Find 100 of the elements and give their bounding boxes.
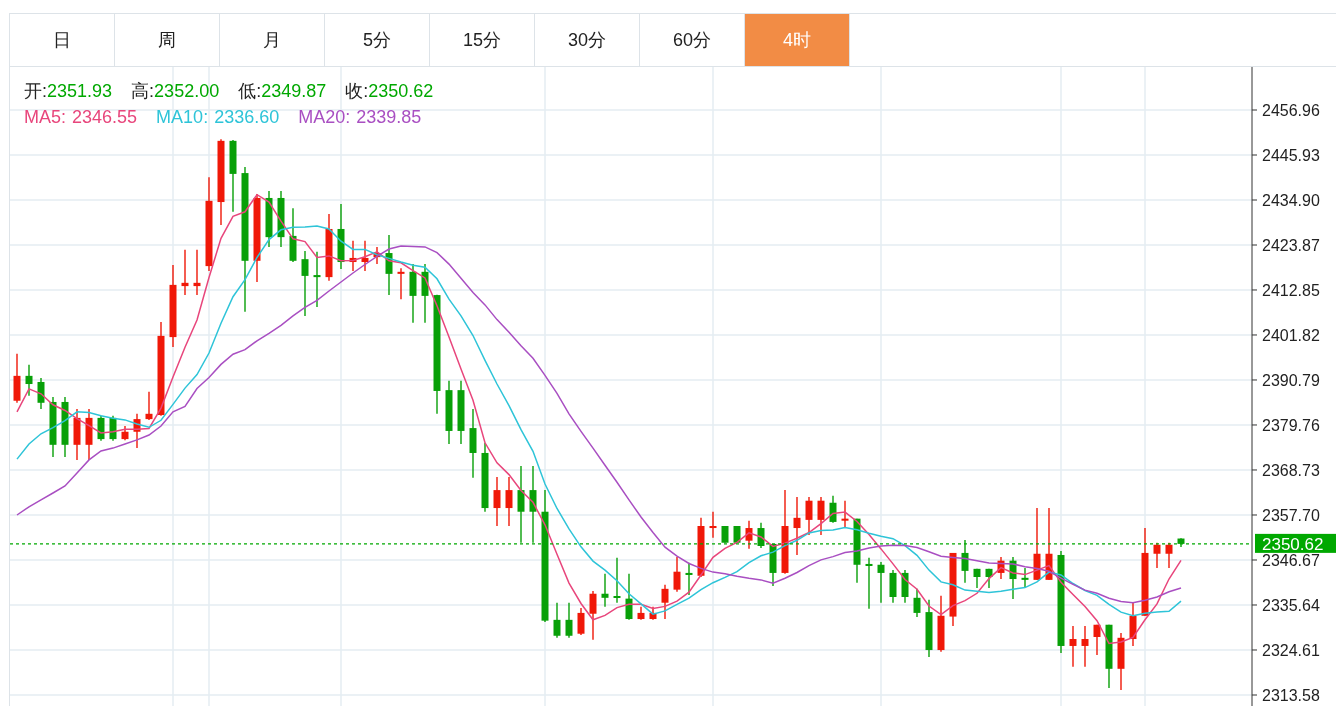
quote-label: 收:2350.62: [345, 80, 434, 103]
candlestick: [313, 251, 321, 308]
period-tab[interactable]: 30分: [535, 14, 640, 66]
average-label: MA10: 2336.60: [156, 107, 280, 128]
candlestick: [25, 364, 33, 397]
candlestick: [1105, 624, 1113, 689]
candlestick: [361, 240, 369, 272]
candlestick: [877, 561, 885, 604]
candlestick: [1093, 624, 1101, 656]
axis-label: 2445.93: [1262, 147, 1320, 164]
candlestick: [697, 517, 705, 578]
candlestick: [997, 556, 1005, 580]
candlestick: [301, 250, 309, 317]
candlestick: [121, 425, 129, 441]
axis-label: 2390.79: [1262, 372, 1320, 389]
candlestick: [1069, 625, 1077, 668]
candlestick: [325, 213, 333, 282]
candlestick: [865, 557, 873, 610]
candlestick: [1153, 542, 1161, 569]
average-label: MA5: 2346.55: [24, 107, 138, 128]
candlestick: [721, 525, 729, 544]
candlestick: [661, 584, 669, 620]
axis-label: 2412.85: [1262, 281, 1320, 299]
candlestick: [745, 520, 753, 550]
candlestick: [145, 391, 153, 421]
axis-label: 2456.96: [1262, 102, 1320, 119]
candlestick: [457, 380, 465, 445]
candlestick: [265, 190, 273, 248]
candlestick: [829, 495, 837, 524]
candlestick: [505, 476, 513, 527]
candlestick: [181, 249, 189, 296]
candlestick: [757, 522, 765, 549]
candlestick: [925, 599, 933, 658]
axis-label: 2401.82: [1262, 326, 1320, 344]
candlestick: [193, 249, 201, 296]
candlestick: [805, 496, 813, 536]
candlestick: [445, 380, 453, 445]
candlestick: [1009, 556, 1017, 600]
axis-label: 2313.58: [1262, 687, 1320, 704]
candlestick: [49, 396, 57, 458]
period-tab[interactable]: 日: [10, 14, 115, 66]
candlestick: [421, 263, 429, 324]
candlestick: [397, 267, 405, 300]
candlestick: [37, 377, 45, 410]
candlestick: [637, 606, 645, 621]
axis-label: 2434.90: [1262, 192, 1320, 209]
candlestick: [373, 246, 381, 265]
axis-label: 2379.76: [1262, 417, 1320, 434]
candlestick: [349, 240, 357, 272]
candlestick: [109, 415, 117, 442]
candlestick: [649, 606, 657, 621]
candlestick: [73, 408, 81, 461]
candlestick: [673, 556, 681, 593]
candlestick: [85, 408, 93, 461]
candlestick: [769, 543, 777, 587]
candlestick: [937, 595, 945, 653]
candlestick: [1129, 601, 1137, 647]
axis-label: 2346.67: [1262, 552, 1320, 569]
candlestick: [589, 590, 597, 641]
candlestick: [409, 263, 417, 324]
period-tab[interactable]: 5分: [325, 14, 430, 66]
candlestick: [817, 496, 825, 536]
candlestick: [709, 511, 717, 539]
average-label: MA20: 2339.85: [298, 107, 422, 128]
candlestick: [385, 234, 393, 296]
candlestick: [1081, 625, 1089, 668]
candlestick: [613, 557, 621, 604]
period-tab[interactable]: 周: [115, 14, 220, 66]
period-tab[interactable]: 月: [220, 14, 325, 66]
candlestick: [685, 562, 693, 596]
quote-label: 开:2351.93: [24, 80, 113, 103]
candlestick: [61, 396, 69, 458]
axis-label: 2423.87: [1262, 237, 1320, 254]
candlestick: [853, 517, 861, 584]
candlestick: [577, 607, 585, 636]
candlestick: [289, 207, 297, 263]
price-tag: 2350.62: [1255, 533, 1336, 554]
candlestick: [1021, 567, 1029, 589]
candlestick: [889, 569, 897, 604]
candlestick: [97, 415, 105, 442]
candlestick: [985, 568, 993, 589]
axis-label: 2324.61: [1262, 642, 1320, 659]
quote-label: 高:2352.00: [131, 80, 220, 103]
candlestick: [973, 568, 981, 589]
candlestick: [913, 588, 921, 618]
candlestick: [553, 602, 561, 639]
candlestick: [1177, 537, 1185, 548]
candlestick: [565, 602, 573, 639]
candlestick: [1165, 542, 1173, 569]
candlestick: [493, 476, 501, 527]
candlestick: [601, 573, 609, 608]
period-tab[interactable]: 15分: [430, 14, 535, 66]
candlestick: [469, 408, 477, 479]
candlestick: [133, 413, 141, 449]
candlestick: [733, 525, 741, 544]
candlestick: [841, 500, 849, 529]
candlestick: [625, 573, 633, 621]
candlestick: [1117, 632, 1125, 691]
candlestick: [793, 496, 801, 556]
axis-label: 2368.73: [1262, 462, 1320, 479]
